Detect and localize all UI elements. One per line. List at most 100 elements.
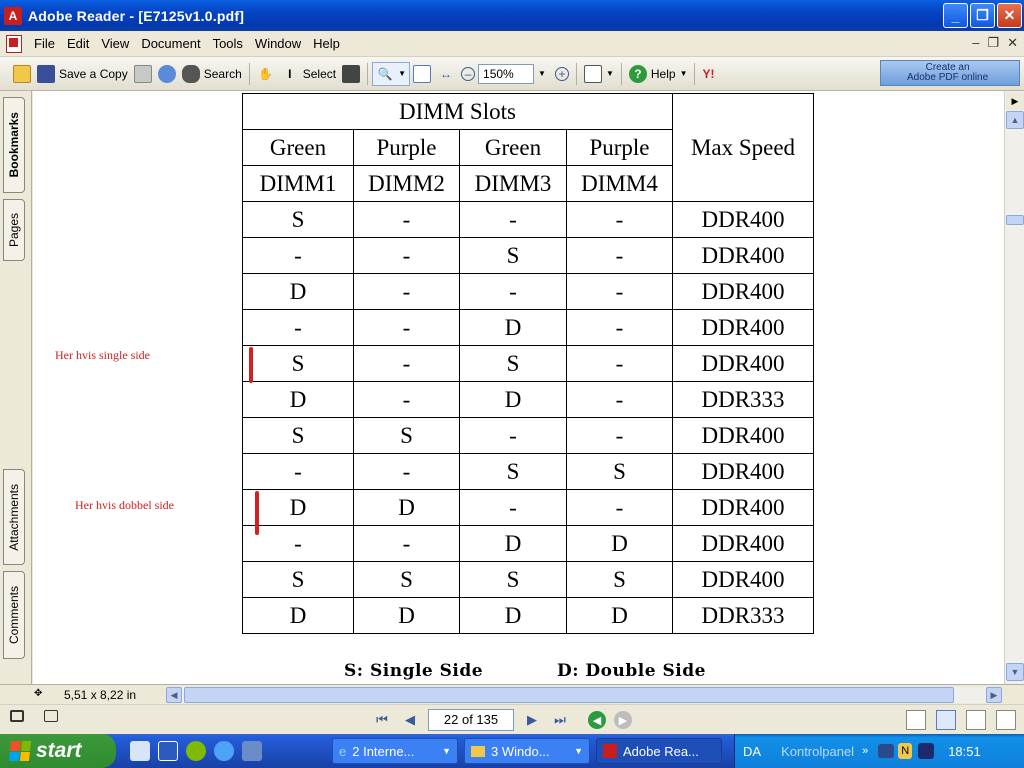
network-icon[interactable]: [878, 744, 895, 758]
close-button[interactable]: ✕: [997, 3, 1022, 28]
minimize-button[interactable]: _: [943, 3, 968, 28]
messenger-icon[interactable]: [186, 741, 206, 761]
maximize-button[interactable]: ❐: [970, 3, 995, 28]
internet-explorer-icon[interactable]: [214, 741, 234, 761]
continuous-layout-icon[interactable]: [936, 710, 956, 730]
camera-icon: [342, 64, 361, 83]
actual-size-button[interactable]: [410, 62, 434, 86]
save-copy-label: Save a Copy: [59, 66, 128, 81]
hand-icon: ✋: [258, 66, 274, 81]
split-icon[interactable]: ✥: [34, 688, 42, 699]
chevron-down-icon: ▼: [679, 69, 688, 78]
previous-page-icon[interactable]: ◀: [400, 710, 420, 730]
yahoo-toolbar-button[interactable]: Y!: [699, 62, 717, 86]
expand-panel-icon[interactable]: ▶: [1006, 92, 1024, 110]
tab-attachments[interactable]: Attachments: [3, 469, 25, 565]
scroll-up-icon[interactable]: ▲: [1006, 111, 1024, 129]
document-icon[interactable]: [6, 34, 22, 53]
create-pdf-online-button[interactable]: Create an Adobe PDF online: [880, 60, 1020, 86]
tab-pages[interactable]: Pages: [3, 199, 25, 261]
dimm-slot-cell: S: [242, 417, 354, 454]
start-button[interactable]: start: [0, 734, 116, 768]
menu-help[interactable]: Help: [307, 31, 346, 57]
list-view-icon[interactable]: [44, 710, 58, 722]
document-view[interactable]: DIMM Slots Max Speed Green Purple Green …: [33, 91, 1004, 684]
page-number-field[interactable]: 22 of 135: [428, 709, 514, 731]
annotation-mark-double[interactable]: [255, 491, 259, 535]
scroll-down-icon[interactable]: ▼: [1006, 663, 1024, 681]
menu-edit[interactable]: Edit: [61, 31, 95, 57]
scroll-right-icon[interactable]: ▶: [986, 687, 1002, 703]
chevron-down-icon: ▼: [574, 746, 583, 756]
previous-view-icon[interactable]: ◀: [588, 711, 606, 729]
word-icon[interactable]: [158, 741, 178, 761]
menu-tools[interactable]: Tools: [207, 31, 249, 57]
slot-name-4: DIMM4: [566, 165, 673, 202]
doc-close-button[interactable]: ✕: [1007, 35, 1018, 51]
tab-bookmarks[interactable]: Bookmarks: [3, 97, 25, 193]
max-speed-header: Max Speed: [672, 93, 814, 202]
menu-view[interactable]: View: [95, 31, 135, 57]
facing-layout-icon[interactable]: [966, 710, 986, 730]
snapshot-button[interactable]: [339, 62, 363, 86]
hand-tool-button[interactable]: ✋: [254, 62, 278, 86]
security-icon[interactable]: [918, 743, 935, 759]
dimm-slot-cell: D: [242, 489, 354, 526]
doc-restore-button[interactable]: ❐: [987, 35, 999, 51]
taskbar-adobe-reader[interactable]: Adobe Rea...: [596, 738, 722, 764]
scroll-left-icon[interactable]: ◀: [166, 687, 182, 703]
tab-comments[interactable]: Comments: [3, 571, 25, 659]
zoom-tool-button[interactable]: 🔍 ▼: [372, 61, 411, 86]
control-panel-toolbar[interactable]: Kontrolpanel: [781, 744, 854, 759]
media-player-icon[interactable]: [242, 741, 262, 761]
last-page-icon[interactable]: ⏭: [550, 710, 570, 730]
toolbar-separator: [575, 62, 577, 85]
first-page-icon[interactable]: ⏮: [372, 710, 392, 730]
save-copy-button[interactable]: Save a Copy: [34, 62, 131, 86]
tray-expand-icon[interactable]: »: [862, 745, 868, 757]
open-button[interactable]: [10, 62, 34, 86]
page-layout-button[interactable]: ▼: [581, 62, 617, 86]
dimm-slot-cell: D: [459, 309, 567, 346]
select-tool-button[interactable]: I Select: [278, 62, 339, 86]
doc-minimize-button[interactable]: –: [972, 35, 979, 51]
panel-toggle-icon[interactable]: [10, 710, 24, 722]
table-row: D - D - DDR333: [242, 381, 814, 418]
single-page-layout-icon[interactable]: [906, 710, 926, 730]
annotation-single-side[interactable]: Her hvis single side: [55, 348, 150, 363]
taskbar-internet-explorer[interactable]: e 2 Interne... ▼: [332, 738, 458, 764]
clock[interactable]: 18:51: [948, 744, 981, 759]
menu-file[interactable]: File: [28, 31, 61, 57]
horizontal-scroll-thumb[interactable]: [184, 687, 954, 703]
email-button[interactable]: [155, 62, 179, 86]
zoom-in-button[interactable]: +: [552, 62, 572, 86]
search-button[interactable]: Search: [179, 62, 245, 86]
language-indicator[interactable]: DA: [743, 744, 761, 759]
annotation-mark-single[interactable]: [249, 347, 253, 383]
dimm-slot-cell: -: [353, 453, 460, 490]
desktop-icon[interactable]: [130, 741, 150, 761]
vertical-scrollbar[interactable]: ▶ ▲ ▼: [1004, 91, 1024, 684]
zoom-dropdown-icon[interactable]: ▼: [538, 69, 546, 78]
menu-document[interactable]: Document: [135, 31, 206, 57]
search-label: Search: [203, 66, 242, 81]
horizontal-scrollbar[interactable]: ◀ ▶: [166, 687, 1002, 703]
next-page-icon[interactable]: ▶: [522, 710, 542, 730]
annotation-double-side[interactable]: Her hvis dobbel side: [75, 498, 174, 513]
taskbar-windows-explorer[interactable]: 3 Windo... ▼: [464, 738, 590, 764]
zoom-out-button[interactable]: –: [458, 62, 478, 86]
slot-color-1: Green: [242, 129, 354, 166]
norton-icon[interactable]: N: [898, 743, 913, 759]
floppy-disk-icon: [37, 64, 55, 83]
menu-window[interactable]: Window: [249, 31, 307, 57]
dimm-slot-cell: S: [459, 345, 567, 382]
next-view-icon[interactable]: ▶: [614, 711, 632, 729]
continuous-facing-layout-icon[interactable]: [996, 710, 1016, 730]
fit-width-button[interactable]: ↔: [434, 62, 458, 86]
help-button[interactable]: ? Help ▼: [626, 62, 691, 86]
legend-double-side: D: Double Side: [557, 661, 706, 681]
vertical-scroll-thumb[interactable]: [1006, 215, 1024, 225]
slot-name-3: DIMM3: [459, 165, 567, 202]
print-button[interactable]: [131, 62, 155, 86]
zoom-level-input[interactable]: 150%: [478, 63, 535, 84]
